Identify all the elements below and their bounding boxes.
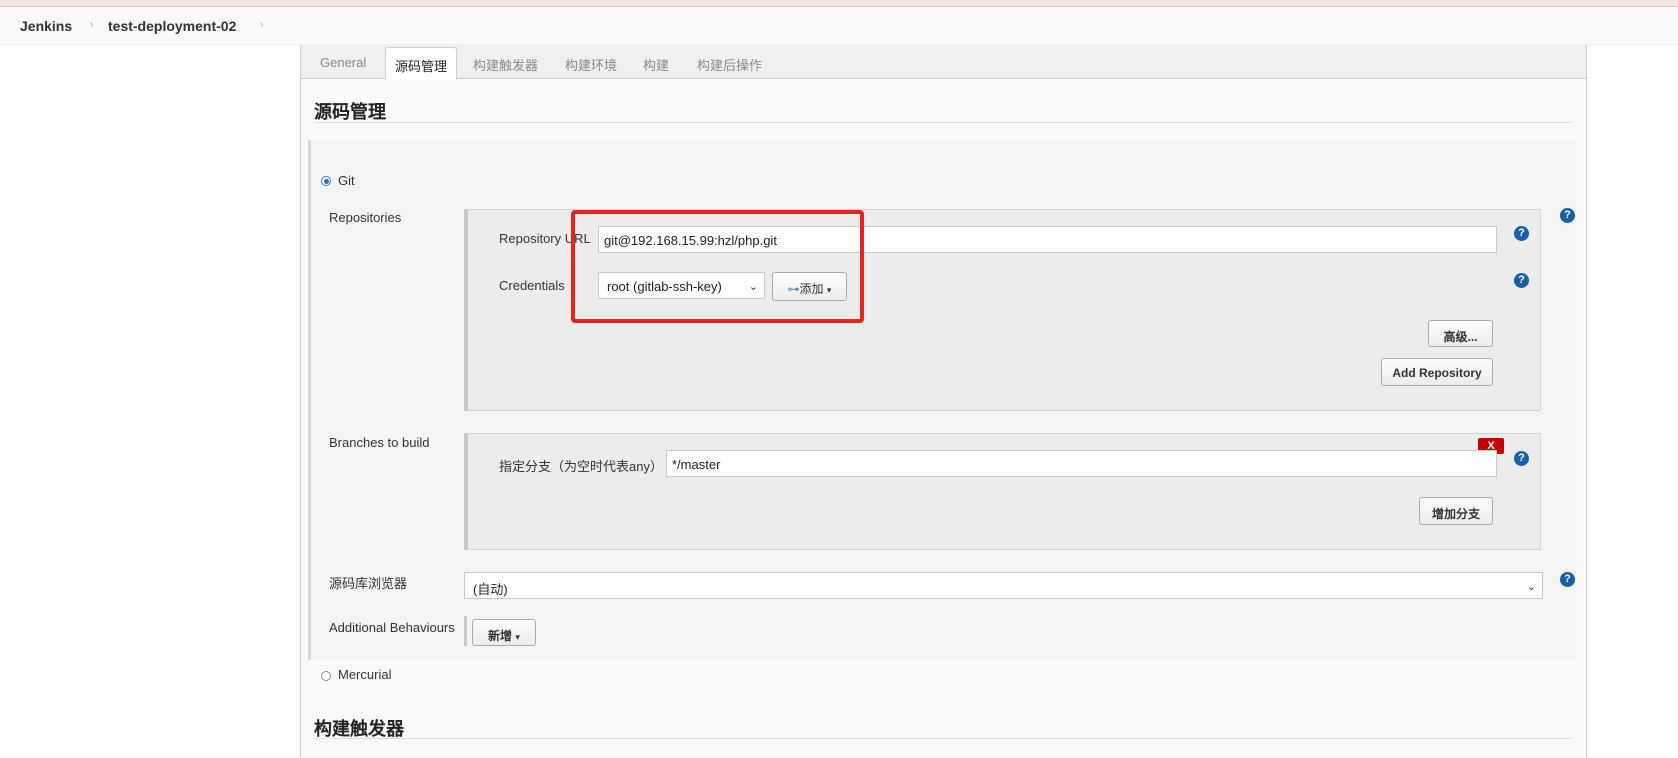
- add-behaviour-button[interactable]: 新增 ▾: [472, 619, 536, 646]
- radio-git[interactable]: [321, 176, 331, 186]
- scm-section-title: 源码管理: [314, 102, 386, 122]
- repositories-label: Repositories: [329, 210, 402, 225]
- help-icon[interactable]: ?: [1560, 572, 1575, 587]
- repo-browser-label: 源码库浏览器: [329, 576, 408, 591]
- radio-mercurial-label: Mercurial: [338, 667, 392, 682]
- breadcrumb-separator-icon[interactable]: ›: [260, 19, 263, 30]
- tab-general[interactable]: General: [320, 55, 366, 70]
- help-icon[interactable]: ?: [1514, 451, 1529, 466]
- section-divider: [314, 738, 1572, 739]
- credentials-select[interactable]: root (gitlab-ssh-key) ⌄: [598, 272, 765, 299]
- breadcrumb-home[interactable]: Jenkins: [20, 18, 72, 34]
- repo-url-label: Repository URL: [499, 231, 591, 246]
- help-icon[interactable]: ?: [1560, 208, 1575, 223]
- tab-build-environment[interactable]: 构建环境: [565, 55, 617, 74]
- radio-git-label: Git: [338, 173, 355, 188]
- help-icon[interactable]: ?: [1514, 226, 1529, 241]
- caret-down-icon: ▾: [826, 285, 832, 295]
- tab-build[interactable]: 构建: [643, 55, 669, 74]
- breadcrumb-job[interactable]: test-deployment-02: [108, 18, 236, 34]
- key-icon: ⊶: [787, 282, 800, 296]
- branch-spec-label: 指定分支（为空时代表any）: [499, 459, 663, 474]
- behaviours-bar: [464, 616, 467, 646]
- repo-browser-select[interactable]: (自动) ⌄: [464, 572, 1543, 599]
- add-credentials-button[interactable]: ⊶添加 ▾: [772, 272, 847, 301]
- repo-url-input[interactable]: git@192.168.15.99:hzl/php.git: [598, 226, 1497, 253]
- section-divider: [314, 122, 1572, 123]
- add-branch-button[interactable]: 增加分支: [1419, 497, 1493, 525]
- tab-build-triggers[interactable]: 构建触发器: [473, 55, 538, 74]
- branches-label: Branches to build: [329, 435, 430, 450]
- help-icon[interactable]: ?: [1514, 273, 1529, 288]
- breadcrumb: Jenkins › test-deployment-02 ›: [0, 7, 1678, 45]
- credentials-selected-value: root (gitlab-ssh-key): [607, 279, 722, 294]
- advanced-button[interactable]: 高级...: [1428, 320, 1493, 347]
- tab-scm[interactable]: 源码管理: [385, 47, 458, 80]
- credentials-label: Credentials: [499, 278, 565, 293]
- breadcrumb-separator-icon[interactable]: ›: [90, 19, 93, 30]
- additional-behaviours-label: Additional Behaviours: [329, 620, 455, 635]
- config-tabbar: General 源码管理 构建触发器 构建环境 构建 构建后操作: [301, 45, 1586, 80]
- caret-down-icon: ▾: [515, 632, 520, 642]
- radio-mercurial[interactable]: [321, 671, 331, 681]
- tab-post-build[interactable]: 构建后操作: [697, 55, 762, 74]
- chevron-down-icon: ⌄: [748, 281, 758, 293]
- repo-browser-selected-value: (自动): [473, 582, 508, 597]
- branch-spec-input[interactable]: */master: [666, 450, 1497, 477]
- chevron-down-icon: ⌄: [1526, 581, 1536, 593]
- browser-top-strip: [0, 0, 1678, 7]
- add-repository-button[interactable]: Add Repository: [1381, 358, 1493, 386]
